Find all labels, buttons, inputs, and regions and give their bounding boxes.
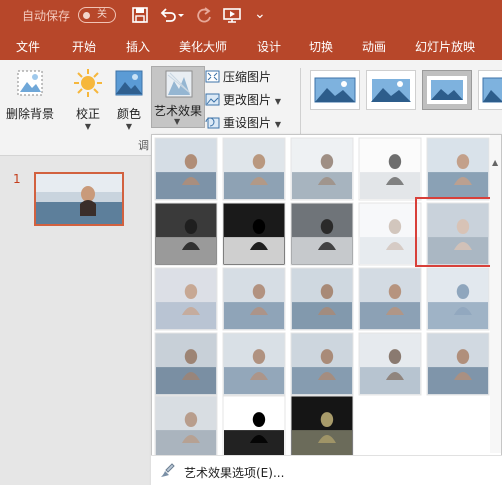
reset-picture-button[interactable]: 重设图片 ▼ bbox=[205, 114, 281, 131]
artistic-effects-button[interactable]: 艺术效果 ▼ bbox=[151, 66, 205, 128]
undo-icon[interactable] bbox=[158, 5, 178, 25]
reset-picture-icon bbox=[205, 117, 220, 129]
chevron-down-icon: ▼ bbox=[274, 97, 281, 106]
artistic-effects-options-label: 艺术效果选项(E)... bbox=[184, 466, 285, 480]
picture-style-preview bbox=[370, 77, 412, 103]
reset-picture-label: 重设图片 bbox=[223, 116, 272, 130]
sun-icon bbox=[74, 69, 102, 97]
picture-style-preview bbox=[427, 76, 467, 104]
picture-style-preview bbox=[314, 77, 356, 103]
ribbon-tabs: 文件 开始 插入 美化大师 设计 切换 动画 幻灯片放映 bbox=[0, 30, 502, 60]
start-from-beginning-icon[interactable] bbox=[222, 5, 242, 25]
change-picture-label: 更改图片 bbox=[223, 93, 272, 107]
remove-background-button[interactable]: 删除背景 bbox=[4, 68, 56, 122]
picture-style-thumb[interactable] bbox=[478, 70, 502, 110]
picture-color-icon bbox=[115, 70, 143, 96]
color-label: 颜色 bbox=[116, 107, 141, 121]
gallery-scrollbar[interactable] bbox=[490, 135, 501, 453]
autosave-state: 关 bbox=[97, 9, 107, 20]
tab-transitions[interactable]: 切换 bbox=[309, 38, 333, 55]
picture-style-preview bbox=[482, 77, 502, 103]
change-picture-button[interactable]: 更改图片 ▼ bbox=[205, 91, 281, 108]
autosave-toggle[interactable]: 关 bbox=[78, 7, 116, 23]
compress-icon bbox=[205, 70, 220, 83]
tab-animations[interactable]: 动画 bbox=[362, 38, 386, 55]
compress-pictures-button[interactable]: 压缩图片 bbox=[205, 68, 271, 85]
artistic-effects-options-item[interactable]: 艺术效果选项(E)... bbox=[151, 455, 502, 485]
slide-number: 1 bbox=[13, 172, 21, 186]
remove-background-icon bbox=[17, 70, 43, 96]
picture-style-thumb[interactable] bbox=[310, 70, 360, 110]
ribbon-group-label: 调 bbox=[138, 139, 149, 152]
picture-style-thumb-selected[interactable] bbox=[422, 70, 472, 110]
redo-icon[interactable] bbox=[194, 5, 214, 25]
ribbon-separator bbox=[300, 68, 301, 144]
undo-dropdown-icon[interactable] bbox=[176, 5, 186, 25]
tab-slideshow[interactable]: 幻灯片放映 bbox=[415, 38, 475, 55]
chevron-down-icon: ▼ bbox=[274, 120, 281, 129]
paintbrush-icon bbox=[161, 463, 175, 477]
autosave-label: 自动保存 bbox=[22, 9, 71, 23]
tab-file[interactable]: 文件 bbox=[16, 38, 40, 55]
artistic-effects-icon bbox=[165, 70, 193, 98]
scroll-up-icon[interactable]: ▲ bbox=[492, 158, 498, 167]
corrections-label: 校正 bbox=[75, 107, 100, 121]
save-icon[interactable] bbox=[130, 5, 150, 25]
chevron-down-icon: ▼ bbox=[125, 122, 133, 131]
tab-home[interactable]: 开始 bbox=[72, 38, 96, 55]
compress-label: 压缩图片 bbox=[223, 70, 272, 84]
color-button[interactable]: 颜色 ▼ bbox=[112, 68, 146, 132]
tab-insert[interactable]: 插入 bbox=[126, 38, 150, 55]
remove-background-label: 删除背景 bbox=[5, 107, 54, 121]
tab-beautify-master[interactable]: 美化大师 bbox=[179, 38, 227, 55]
corrections-button[interactable]: 校正 ▼ bbox=[70, 68, 106, 132]
tab-design[interactable]: 设计 bbox=[257, 38, 281, 55]
chevron-down-icon: ▼ bbox=[84, 122, 92, 131]
customize-qat-icon[interactable]: ⌄ bbox=[254, 6, 274, 26]
artistic-effects-gallery bbox=[151, 134, 502, 485]
title-bar: 自动保存 关 ⌄ bbox=[0, 0, 502, 30]
slide-photo bbox=[36, 174, 122, 224]
change-picture-icon bbox=[205, 93, 220, 106]
picture-style-thumb[interactable] bbox=[366, 70, 416, 110]
toggle-knob bbox=[83, 12, 90, 19]
slide-thumbnail[interactable] bbox=[34, 172, 124, 226]
selected-effect-highlight bbox=[415, 197, 497, 267]
chevron-down-icon: ▼ bbox=[174, 117, 181, 126]
